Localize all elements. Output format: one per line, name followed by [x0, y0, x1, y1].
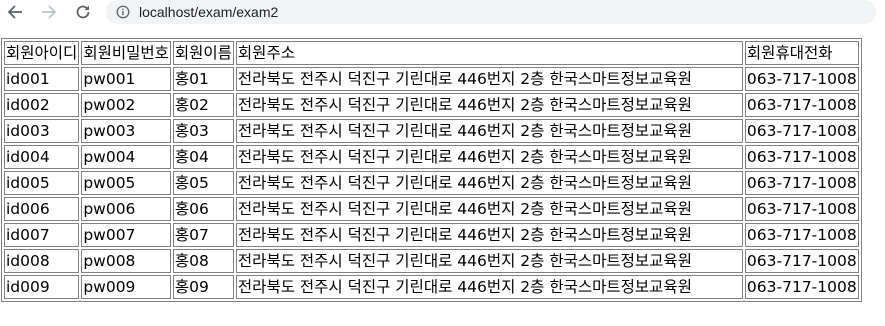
table-row: id001 pw001 홍01 전라북도 전주시 덕진구 기린대로 446번지 … [4, 67, 859, 91]
cell-member-id: id006 [4, 197, 80, 221]
cell-member-password: pw001 [81, 67, 171, 91]
table-row: id008 pw008 홍08 전라북도 전주시 덕진구 기린대로 446번지 … [4, 249, 859, 273]
cell-member-id: id009 [4, 275, 80, 299]
cell-member-name: 홍02 [172, 93, 234, 117]
cell-member-password: pw007 [81, 223, 171, 247]
cell-member-phone: 063-717-1008 [744, 119, 859, 143]
url-text: localhost/exam/exam2 [139, 4, 279, 20]
back-button[interactable] [4, 1, 26, 23]
cell-member-password: pw005 [81, 171, 171, 195]
cell-member-name: 홍06 [172, 197, 234, 221]
cell-member-phone: 063-717-1008 [744, 223, 859, 247]
cell-member-name: 홍09 [172, 275, 234, 299]
table-row: id003 pw003 홍03 전라북도 전주시 덕진구 기린대로 446번지 … [4, 119, 859, 143]
cell-member-id: id003 [4, 119, 80, 143]
cell-member-name: 홍07 [172, 223, 234, 247]
address-bar[interactable]: localhost/exam/exam2 [106, 0, 876, 24]
cell-member-address: 전라북도 전주시 덕진구 기린대로 446번지 2층 한국스마트정보교육원 [235, 93, 743, 117]
browser-toolbar: localhost/exam/exam2 [0, 0, 885, 24]
header-member-id: 회원아이디 [4, 41, 80, 65]
cell-member-password: pw003 [81, 119, 171, 143]
cell-member-address: 전라북도 전주시 덕진구 기린대로 446번지 2층 한국스마트정보교육원 [235, 67, 743, 91]
cell-member-address: 전라북도 전주시 덕진구 기린대로 446번지 2층 한국스마트정보교육원 [235, 171, 743, 195]
cell-member-phone: 063-717-1008 [744, 171, 859, 195]
cell-member-address: 전라북도 전주시 덕진구 기린대로 446번지 2층 한국스마트정보교육원 [235, 197, 743, 221]
cell-member-name: 홍08 [172, 249, 234, 273]
cell-member-password: pw008 [81, 249, 171, 273]
reload-icon [76, 5, 90, 19]
header-member-name: 회원이름 [172, 41, 234, 65]
info-icon[interactable] [116, 5, 130, 19]
table-row: id007 pw007 홍07 전라북도 전주시 덕진구 기린대로 446번지 … [4, 223, 859, 247]
reload-button[interactable] [72, 1, 94, 23]
forward-button[interactable] [38, 1, 60, 23]
cell-member-password: pw006 [81, 197, 171, 221]
table-body: id001 pw001 홍01 전라북도 전주시 덕진구 기린대로 446번지 … [4, 67, 859, 299]
cell-member-address: 전라북도 전주시 덕진구 기린대로 446번지 2층 한국스마트정보교육원 [235, 145, 743, 169]
cell-member-id: id001 [4, 67, 80, 91]
table-row: id009 pw009 홍09 전라북도 전주시 덕진구 기린대로 446번지 … [4, 275, 859, 299]
cell-member-id: id005 [4, 171, 80, 195]
cell-member-phone: 063-717-1008 [744, 249, 859, 273]
table-row: id006 pw006 홍06 전라북도 전주시 덕진구 기린대로 446번지 … [4, 197, 859, 221]
cell-member-id: id007 [4, 223, 80, 247]
member-table: 회원아이디 회원비밀번호 회원이름 회원주소 회원휴대전화 id001 pw00… [1, 38, 862, 302]
cell-member-phone: 063-717-1008 [744, 275, 859, 299]
table-row: id002 pw002 홍02 전라북도 전주시 덕진구 기린대로 446번지 … [4, 93, 859, 117]
cell-member-address: 전라북도 전주시 덕진구 기린대로 446번지 2층 한국스마트정보교육원 [235, 223, 743, 247]
cell-member-name: 홍03 [172, 119, 234, 143]
cell-member-phone: 063-717-1008 [744, 93, 859, 117]
cell-member-phone: 063-717-1008 [744, 197, 859, 221]
cell-member-phone: 063-717-1008 [744, 145, 859, 169]
cell-member-address: 전라북도 전주시 덕진구 기린대로 446번지 2층 한국스마트정보교육원 [235, 119, 743, 143]
header-row: 회원아이디 회원비밀번호 회원이름 회원주소 회원휴대전화 [4, 41, 859, 65]
header-member-password: 회원비밀번호 [81, 41, 171, 65]
back-arrow-icon [7, 5, 22, 19]
cell-member-id: id004 [4, 145, 80, 169]
header-member-address: 회원주소 [235, 41, 743, 65]
cell-member-address: 전라북도 전주시 덕진구 기린대로 446번지 2층 한국스마트정보교육원 [235, 275, 743, 299]
cell-member-address: 전라북도 전주시 덕진구 기린대로 446번지 2층 한국스마트정보교육원 [235, 249, 743, 273]
cell-member-name: 홍01 [172, 67, 234, 91]
cell-member-phone: 063-717-1008 [744, 67, 859, 91]
cell-member-password: pw002 [81, 93, 171, 117]
table-row: id004 pw004 홍04 전라북도 전주시 덕진구 기린대로 446번지 … [4, 145, 859, 169]
cell-member-password: pw004 [81, 145, 171, 169]
cell-member-id: id008 [4, 249, 80, 273]
cell-member-password: pw009 [81, 275, 171, 299]
header-member-phone: 회원휴대전화 [744, 41, 859, 65]
cell-member-name: 홍04 [172, 145, 234, 169]
forward-arrow-icon [42, 5, 57, 19]
cell-member-name: 홍05 [172, 171, 234, 195]
cell-member-id: id002 [4, 93, 80, 117]
table-row: id005 pw005 홍05 전라북도 전주시 덕진구 기린대로 446번지 … [4, 171, 859, 195]
